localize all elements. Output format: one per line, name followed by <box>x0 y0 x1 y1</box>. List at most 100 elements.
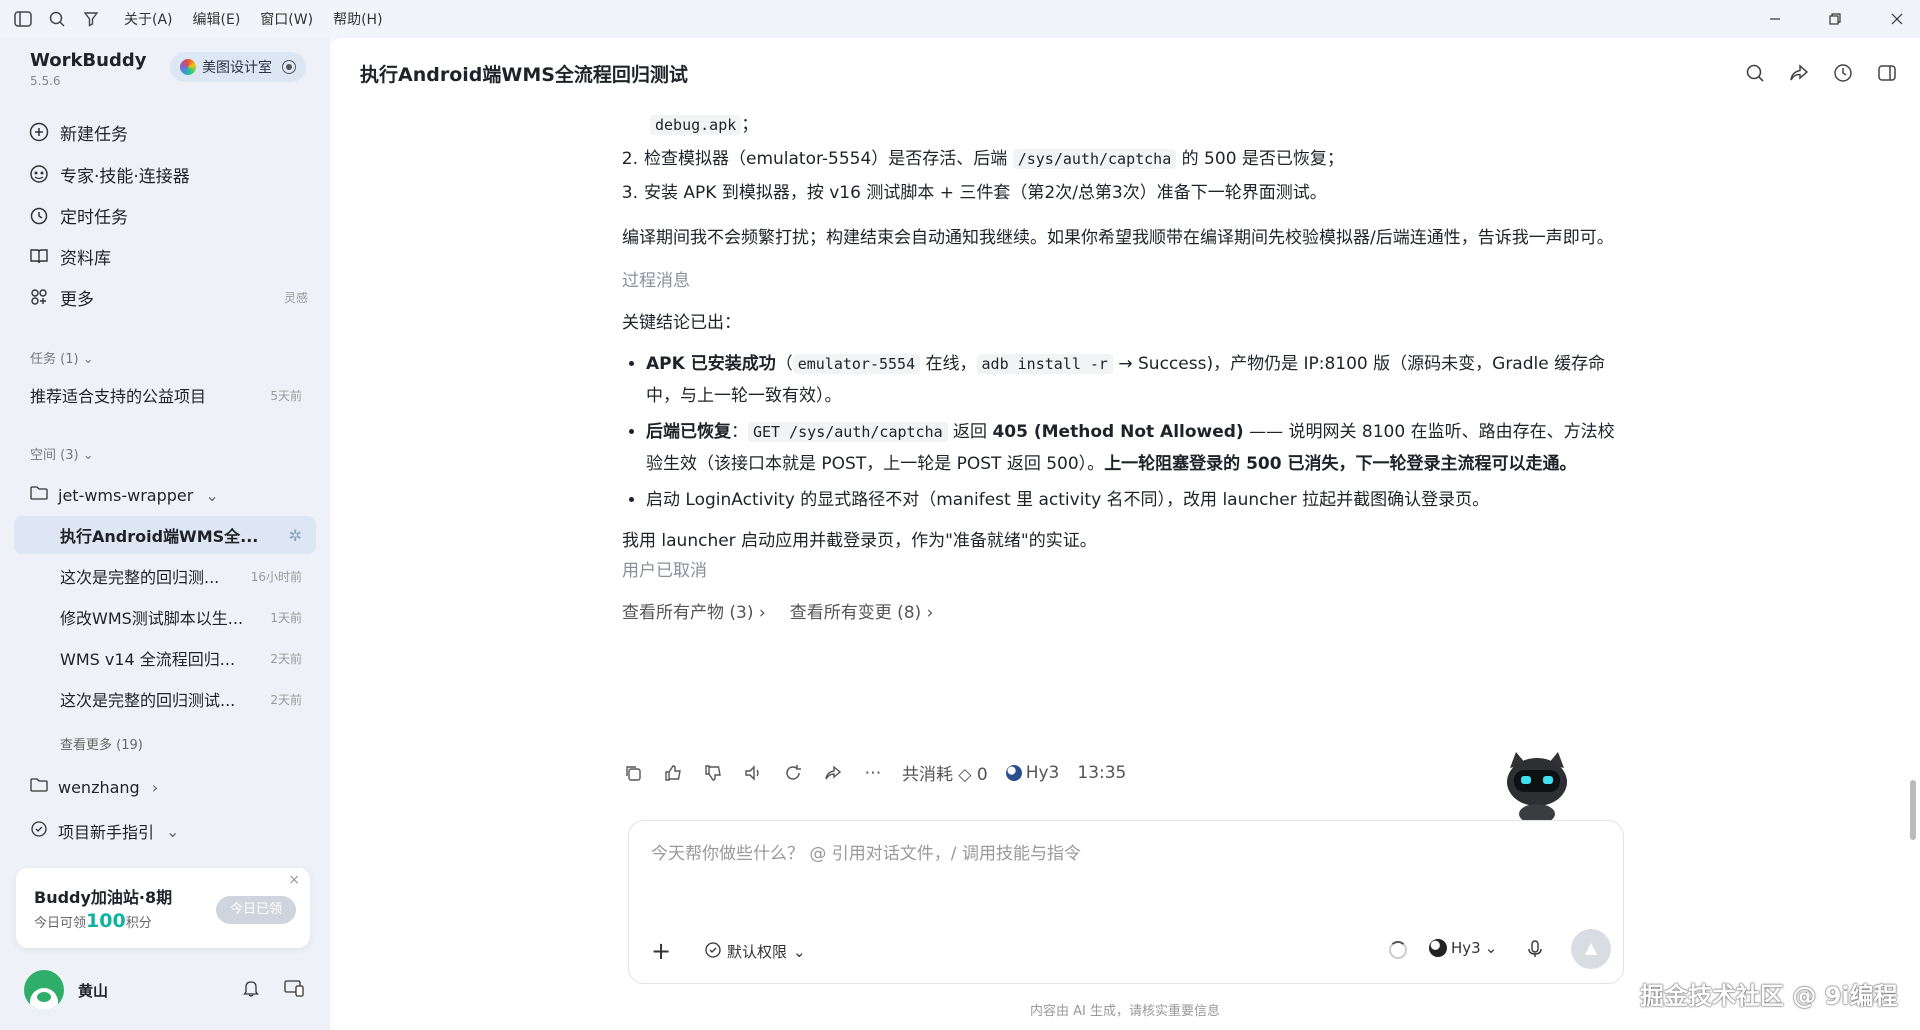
refresh-icon[interactable] <box>782 762 804 784</box>
speaker-icon[interactable] <box>742 762 764 784</box>
space-guide[interactable]: 项目新手指引 ⌄ <box>14 812 316 850</box>
book-icon <box>28 245 50 267</box>
paragraph: 关键结论已出： <box>622 313 741 333</box>
scrollbar[interactable] <box>1910 780 1916 840</box>
promo-card[interactable]: Buddy加油站·8期 今日可领100积分 今日已领 × <box>16 868 310 948</box>
minimize-button[interactable] <box>1752 0 1798 38</box>
nav-label: 专家·技能·连接器 <box>60 166 190 187</box>
sidebar-toggle-icon[interactable] <box>12 8 34 30</box>
space-task-item[interactable]: 修改WMS测试脚本以生... 1天前 <box>14 598 316 636</box>
chat-content: debug.apk； 2. 检查模拟器（emulator-5554）是否存活、后… <box>622 108 1622 628</box>
nav-label: 更多 <box>60 289 94 310</box>
page-header: 执行Android端WMS全流程回归测试 <box>330 38 1920 108</box>
search-icon[interactable] <box>46 8 68 30</box>
space-task-time: 2天前 <box>270 651 302 666</box>
text-span: 的 500 是否已恢复； <box>1181 149 1344 169</box>
filter-icon[interactable] <box>80 8 102 30</box>
nav-more[interactable]: 更多 灵感 <box>28 281 308 313</box>
space-task-item[interactable]: 这次是完整的回归测... 16小时前 <box>14 557 316 595</box>
menu-help[interactable]: 帮助(H) <box>333 9 382 29</box>
list-text: 检查模拟器（emulator-5554）是否存活、后端 /sys/auth/ca… <box>644 144 1344 174</box>
view-changes-link[interactable]: 查看所有变更 (8) › <box>790 598 934 628</box>
chevron-down-icon: ⌄ <box>1484 939 1498 957</box>
more-icon[interactable]: ⋯ <box>862 762 884 784</box>
chat-composer[interactable]: 今天帮你做些什么？ @ 引用对话文件，/ 调用技能与指令 + 默认权限 ⌄ Hy… <box>628 820 1624 984</box>
text-span: 在线， <box>920 354 977 374</box>
task-item[interactable]: 推荐适合支持的公益项目 5天前 <box>14 376 316 414</box>
nav-label: 资料库 <box>60 248 111 269</box>
space-jet-wms-wrapper[interactable]: jet-wms-wrapper ⌄ <box>14 476 316 514</box>
space-task-time: 16小时前 <box>250 569 302 584</box>
workspace-name: 美图设计室 <box>202 60 272 76</box>
chevron-down-icon: ⌄ <box>205 485 219 505</box>
panel-toggle-icon[interactable] <box>1874 60 1900 86</box>
spaces-section-header[interactable]: 空间 (3) ⌄ <box>30 444 94 463</box>
user-name: 黄山 <box>78 981 109 1000</box>
list-number: 2. <box>621 149 638 169</box>
expert-icon <box>28 163 50 185</box>
space-task-time: 2天前 <box>270 692 302 707</box>
model-selector[interactable]: Hy3 ⌄ <box>1429 939 1497 957</box>
text-span: ； <box>741 115 759 135</box>
nav-experts[interactable]: 专家·技能·连接器 <box>28 158 190 190</box>
inline-code: GET /sys/auth/captcha <box>748 422 948 442</box>
view-artifacts-link[interactable]: 查看所有产物 (3) › <box>622 598 766 628</box>
tasks-section-header[interactable]: 任务 (1) ⌄ <box>30 348 94 367</box>
promo-amount: 100 <box>86 910 126 932</box>
composer-input[interactable]: 今天帮你做些什么？ @ 引用对话文件，/ 调用技能与指令 <box>651 839 1081 864</box>
share-icon[interactable] <box>822 762 844 784</box>
loading-spinner-icon: ✲ <box>288 525 302 545</box>
permission-selector[interactable]: 默认权限 ⌄ <box>705 941 806 962</box>
thumbs-up-icon[interactable] <box>662 762 684 784</box>
artifact-links: 查看所有产物 (3) › 查看所有变更 (8) › <box>622 598 1622 628</box>
avatar[interactable] <box>24 970 64 1010</box>
list-item: 2. 检查模拟器（emulator-5554）是否存活、后端 /sys/auth… <box>622 144 1622 174</box>
close-icon[interactable]: × <box>288 872 300 888</box>
list-text: 安装 APK 到模拟器，按 v16 测试脚本 + 三件套（第2次/总第3次）准备… <box>644 183 1327 203</box>
restore-button[interactable] <box>1812 0 1858 38</box>
robot-mascot-icon[interactable] <box>1500 748 1574 824</box>
space-task-label: 执行Android端WMS全... <box>60 527 259 546</box>
process-message-label[interactable]: 过程消息 <box>622 266 1622 296</box>
bold-text: 上一轮阻塞登录的 500 已消失，下一轮登录主流程可以走通。 <box>1104 454 1577 474</box>
link-label: 查看所有产物 (3) <box>622 603 754 623</box>
space-task-item[interactable]: WMS v14 全流程回归... 2天前 <box>14 639 316 677</box>
see-more-link[interactable]: 查看更多 (19) <box>60 734 143 753</box>
space-task-item-active[interactable]: 执行Android端WMS全... ✲ <box>14 516 316 554</box>
token-consumption: 共消耗 ◇ 0 <box>902 765 988 785</box>
menu-edit[interactable]: 编辑(E) <box>193 9 241 29</box>
bell-icon[interactable] <box>242 979 260 1001</box>
chevron-right-icon: › <box>151 777 159 797</box>
workspace-switcher[interactable]: 美图设计室 <box>170 52 306 82</box>
search-icon[interactable] <box>1742 60 1768 86</box>
copy-icon[interactable] <box>622 762 644 784</box>
space-task-time: 1天前 <box>270 610 302 625</box>
close-window-button[interactable] <box>1874 0 1920 38</box>
nav-scheduled[interactable]: 定时任务 <box>28 199 128 231</box>
send-button[interactable] <box>1571 929 1611 969</box>
space-wenzhang[interactable]: wenzhang › <box>14 768 316 806</box>
folder-icon <box>30 485 48 505</box>
add-attachment-button[interactable]: + <box>651 937 671 965</box>
share-icon[interactable] <box>1786 60 1812 86</box>
nav-new-task[interactable]: 新建任务 <box>28 116 128 148</box>
promo-claim-button[interactable]: 今日已领 <box>216 896 296 924</box>
device-icon[interactable] <box>284 979 304 1001</box>
watermark: 掘金技术社区 @ 9i编程 <box>1640 982 1898 1010</box>
history-icon[interactable] <box>1830 60 1856 86</box>
space-task-item[interactable]: 这次是完整的回归测试... 2天前 <box>14 680 316 718</box>
message-time: 13:35 <box>1077 762 1127 783</box>
model-badge: Hy3 <box>1005 763 1059 783</box>
microphone-icon[interactable] <box>1527 939 1543 963</box>
paragraph: 我用 launcher 启动应用并截登录页，作为"准备就绪"的实证。 <box>622 531 1097 551</box>
chevron-right-icon: › <box>758 603 766 623</box>
nav-library[interactable]: 资料库 <box>28 240 111 272</box>
task-label: 推荐适合支持的公益项目 <box>30 387 207 406</box>
menu-window[interactable]: 窗口(W) <box>260 9 313 29</box>
list-item: 启动 LoginActivity 的显式路径不对（manifest 里 acti… <box>646 484 1622 516</box>
thumbs-down-icon[interactable] <box>702 762 724 784</box>
chevron-down-icon: ⌄ <box>82 448 94 463</box>
space-name: jet-wms-wrapper <box>58 485 194 505</box>
promo-title: Buddy加油站·8期 <box>34 888 173 907</box>
menu-about[interactable]: 关于(A) <box>124 9 173 29</box>
